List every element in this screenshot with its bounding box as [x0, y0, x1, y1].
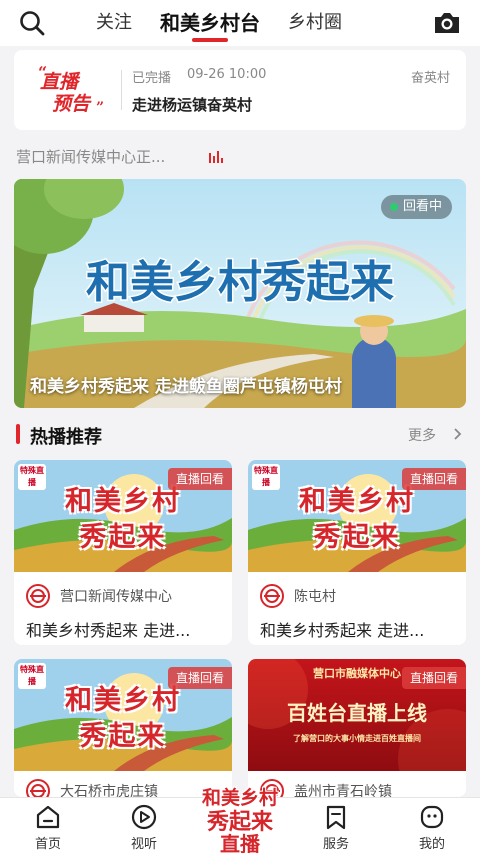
video-card[interactable]: 特殊直播 和美乡村 秀起来 直播回看 陈屯村 和美乡村秀起来 走进...: [248, 460, 466, 645]
bookmark-icon: [326, 805, 346, 830]
video-card[interactable]: 营口市融媒体中心 百姓台直播上线 了解营口的大事小情走进百姓直播间 直播回看 盖…: [248, 659, 466, 797]
play-icon: [131, 804, 157, 830]
tab-rural-circle[interactable]: 乡村圈: [288, 0, 342, 46]
publisher-name: 盖州市青石岭镇: [294, 784, 392, 797]
card-title: 和美乡村秀起来 走进...: [26, 621, 191, 640]
svg-text:”: ”: [96, 100, 104, 116]
channel-tabs: 关注 和美乡村台 乡村圈: [96, 0, 370, 46]
live-preview-logo: “ 直播 预告 ”: [38, 64, 104, 116]
nav-home-label: 首页: [34, 837, 61, 852]
publisher-logo-icon: [260, 584, 284, 608]
live-dot: [389, 203, 398, 211]
more-link[interactable]: 更多: [408, 425, 436, 445]
card-title: 和美乡村秀起来 走进...: [260, 621, 425, 640]
nav-profile-label: 我的: [418, 837, 445, 852]
replay-badge: 回看中: [380, 195, 452, 219]
publisher: 营口新闻传媒中心: [26, 584, 172, 608]
chevron-right-icon[interactable]: [452, 428, 462, 440]
publisher-logo-icon: [26, 584, 50, 608]
broadcast-status: 已完播: [132, 71, 172, 86]
card-thumbnail: 特殊直播 和美乡村 秀起来 直播回看: [14, 659, 232, 771]
section-title: 热播推荐: [30, 427, 102, 448]
publisher-name: 大石桥市虎庄镇: [60, 784, 158, 797]
card-thumbnail: 特殊直播 和美乡村 秀起来 直播回看: [248, 460, 466, 572]
live-ticker[interactable]: 营口新闻传媒中心正...: [16, 146, 165, 167]
card-thumb-subtitle: 了解营口的大事小情走进百姓直播间: [293, 734, 421, 743]
nav-video-label: 视听: [130, 837, 157, 852]
nav-service-label: 服务: [322, 837, 349, 852]
live-button-line-3: 直播: [220, 832, 260, 853]
card-thumb-title: 和美乡村 秀起来: [65, 486, 181, 553]
video-card[interactable]: 特殊直播 和美乡村 秀起来 直播回看 营口新闻传媒中心 和美乡村秀起来 走进...: [14, 460, 232, 645]
card-thumbnail: 特殊直播 和美乡村 秀起来 直播回看: [14, 460, 232, 572]
logo-line-1: 直播: [40, 71, 81, 93]
search-icon[interactable]: [18, 9, 46, 37]
live-center-button[interactable]: 和美乡村 秀起来 直播: [196, 779, 284, 853]
nav-home[interactable]: 首页: [8, 798, 88, 853]
camera-icon[interactable]: [432, 10, 462, 36]
top-nav: 关注 和美乡村台 乡村圈: [0, 0, 480, 46]
profile-icon: [420, 805, 444, 829]
card-thumb-title: 百姓台直播上线: [287, 701, 427, 725]
village-label: 奋英村: [410, 71, 450, 86]
nav-profile[interactable]: 我的: [392, 798, 472, 853]
banner-caption: 和美乡村秀起来 走进鲅鱼圈芦屯镇杨屯村: [30, 377, 342, 397]
card-thumb-title: 和美乡村 秀起来: [65, 685, 181, 752]
card-thumb-title: 和美乡村 秀起来: [299, 486, 415, 553]
live-audio-icon: [209, 151, 223, 163]
publisher-name: 营口新闻传媒中心: [60, 589, 172, 605]
nav-service[interactable]: 服务: [296, 798, 376, 853]
home-icon: [36, 805, 60, 829]
section-accent: [16, 424, 20, 444]
publisher: 陈屯村: [260, 584, 336, 608]
tab-rural-channel[interactable]: 和美乡村台: [160, 0, 260, 46]
replay-tag: 直播回看: [401, 667, 466, 689]
live-preview-card[interactable]: “ 直播 预告 ” 已完播 09-26 10:00 奋英村 走进杨运镇奋英村: [14, 50, 466, 130]
publisher-logo-icon: [26, 779, 50, 797]
broadcast-time: 09-26 10:00: [187, 67, 267, 82]
video-card[interactable]: 特殊直播 和美乡村 秀起来 直播回看 大石桥市虎庄镇: [14, 659, 232, 797]
replay-tag: 直播回看: [167, 667, 232, 689]
banner-art-title: 和美乡村秀起来: [86, 257, 394, 308]
nav-video[interactable]: 视听: [104, 798, 184, 853]
preview-title: 走进杨运镇奋英村: [132, 96, 253, 114]
replay-tag: 直播回看: [401, 468, 466, 490]
tab-follow[interactable]: 关注: [96, 0, 132, 46]
replay-tag: 直播回看: [167, 468, 232, 490]
divider: [121, 70, 122, 110]
publisher: 大石桥市虎庄镇: [26, 779, 158, 797]
featured-banner[interactable]: 和美乡村秀起来 回看中 和美乡村秀起来 走进鲅鱼圈芦屯镇杨屯村: [14, 179, 466, 408]
publisher-name: 陈屯村: [294, 589, 336, 605]
card-thumbnail: 营口市融媒体中心 百姓台直播上线 了解营口的大事小情走进百姓直播间 直播回看: [248, 659, 466, 771]
logo-line-2: 预告: [52, 93, 92, 115]
